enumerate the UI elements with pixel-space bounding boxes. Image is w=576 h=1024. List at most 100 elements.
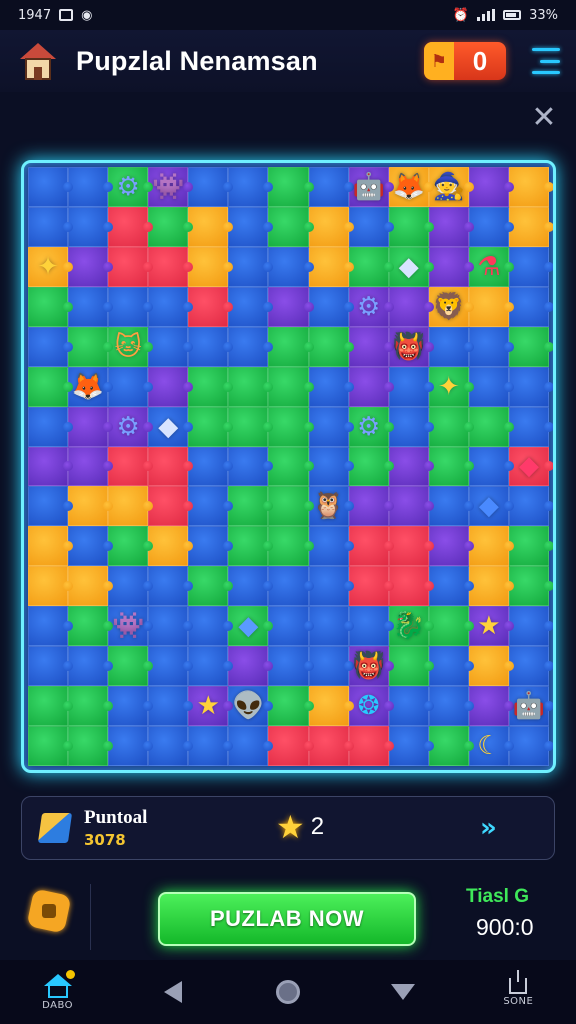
puzzle-tile[interactable] <box>348 486 394 527</box>
puzzle-tile[interactable] <box>268 566 314 607</box>
puzzle-tile[interactable] <box>308 206 354 247</box>
puzzle-tile[interactable] <box>148 326 194 367</box>
puzzle-tile[interactable] <box>388 566 434 607</box>
puzzle-tile[interactable] <box>28 286 74 327</box>
puzzle-tile[interactable] <box>508 526 553 567</box>
puzzle-tile[interactable] <box>268 286 314 327</box>
puzzle-tile[interactable] <box>228 646 274 687</box>
puzzle-tile[interactable] <box>108 486 154 527</box>
puzzle-tile[interactable] <box>268 366 314 407</box>
puzzle-tile[interactable] <box>228 446 274 487</box>
puzzle-tile[interactable] <box>28 206 74 247</box>
puzzle-tile[interactable] <box>348 726 394 766</box>
puzzle-tile[interactable] <box>468 526 515 567</box>
puzzle-tile[interactable] <box>348 246 394 287</box>
puzzle-tile[interactable] <box>308 167 354 207</box>
puzzle-tile[interactable] <box>428 526 474 567</box>
puzzle-tile[interactable] <box>228 206 274 247</box>
puzzle-tile[interactable] <box>108 206 154 247</box>
puzzle-tile[interactable] <box>148 486 194 527</box>
puzzle-tile[interactable] <box>428 686 474 727</box>
goblin-creature-icon[interactable]: 👽 <box>228 686 268 726</box>
puzzle-tile[interactable] <box>68 726 114 766</box>
puzzle-tile[interactable] <box>228 286 274 327</box>
puzzle-tile[interactable] <box>68 486 114 527</box>
puzzle-tile[interactable] <box>348 366 394 407</box>
blue-gear-icon[interactable]: ⚙ <box>349 287 389 327</box>
play-now-button[interactable]: PUZLAB NOW <box>158 892 416 946</box>
pink-monster-icon[interactable]: 👹 <box>349 646 389 686</box>
fast-forward-icon[interactable]: » <box>480 813 497 843</box>
blue-fish-icon[interactable]: ◆ <box>469 486 509 526</box>
puzzle-tile[interactable] <box>108 286 154 327</box>
share-nav-button[interactable]: SONE <box>488 964 548 1020</box>
puzzle-tile[interactable] <box>28 167 74 207</box>
puzzle-tile[interactable] <box>468 446 515 487</box>
puzzle-tile[interactable] <box>308 366 354 407</box>
puzzle-tile[interactable] <box>148 646 194 687</box>
puzzle-tile[interactable] <box>508 406 553 447</box>
cat-creature-icon[interactable]: 🐱 <box>108 327 148 367</box>
puzzle-tile[interactable] <box>108 526 154 567</box>
puzzle-tile[interactable] <box>388 486 434 527</box>
puzzle-tile[interactable] <box>508 646 553 687</box>
home-nav-button[interactable]: DABO <box>28 964 88 1020</box>
puzzle-tile[interactable] <box>188 646 234 687</box>
puzzle-tile[interactable] <box>148 606 194 647</box>
puzzle-tile[interactable] <box>348 446 394 487</box>
recents-nav-button[interactable] <box>373 964 433 1020</box>
blue-gear-icon[interactable]: ⚙ <box>349 407 389 447</box>
wizard-creature-icon[interactable]: 🧙 <box>429 167 469 207</box>
puzzle-tile[interactable] <box>388 406 434 447</box>
menu-icon[interactable] <box>528 48 560 74</box>
puzzle-tile[interactable] <box>388 286 434 327</box>
puzzle-tile[interactable] <box>268 326 314 367</box>
puzzle-tile[interactable] <box>388 646 434 687</box>
coin-counter[interactable]: ⚑ 0 <box>424 42 506 80</box>
gear-piece-icon[interactable]: ⚙ <box>108 167 148 207</box>
puzzle-tile[interactable] <box>468 326 515 367</box>
puzzle-tile[interactable] <box>468 366 515 407</box>
puzzle-tile[interactable] <box>68 606 114 647</box>
puzzle-tile[interactable] <box>188 246 234 287</box>
ruby-gem-icon[interactable]: ◆ <box>509 447 549 487</box>
puzzle-tile[interactable] <box>308 526 354 567</box>
green-creature-icon[interactable]: 👾 <box>108 606 148 646</box>
puzzle-tile[interactable] <box>268 686 314 727</box>
puzzle-tile[interactable] <box>108 646 154 687</box>
puzzle-tile[interactable] <box>68 206 114 247</box>
puzzle-tile[interactable] <box>468 206 515 247</box>
puzzle-tile[interactable] <box>428 246 474 287</box>
puzzle-tile[interactable] <box>268 726 314 766</box>
puzzle-tile[interactable] <box>308 606 354 647</box>
puzzle-tile[interactable] <box>508 566 553 607</box>
puzzle-tile[interactable] <box>348 206 394 247</box>
puzzle-tile[interactable] <box>468 167 515 207</box>
puzzle-tile[interactable] <box>148 726 194 766</box>
puzzle-tile[interactable] <box>68 566 114 607</box>
puzzle-tile[interactable] <box>228 406 274 447</box>
puzzle-tile[interactable] <box>28 406 74 447</box>
fox-kit-icon[interactable]: 🦊 <box>68 367 108 407</box>
puzzle-tile[interactable] <box>228 366 274 407</box>
puzzle-tile[interactable] <box>68 246 114 287</box>
puzzle-tile[interactable] <box>308 286 354 327</box>
puzzle-tile[interactable] <box>68 526 114 567</box>
puzzle-tile[interactable] <box>508 366 553 407</box>
puzzle-tile[interactable] <box>148 246 194 287</box>
puzzle-tile[interactable] <box>428 726 474 766</box>
puzzle-tile[interactable] <box>28 526 74 567</box>
puzzle-tile[interactable] <box>468 646 515 687</box>
puzzle-tile[interactable] <box>228 486 274 527</box>
lion-creature-icon[interactable]: 🦁 <box>429 287 469 327</box>
puzzle-tile[interactable] <box>28 606 74 647</box>
puzzle-tile[interactable] <box>428 646 474 687</box>
puzzle-tile[interactable] <box>428 446 474 487</box>
puzzle-tile[interactable] <box>388 366 434 407</box>
puzzle-tile[interactable] <box>268 606 314 647</box>
puzzle-tile[interactable] <box>508 726 553 766</box>
puzzle-tile[interactable] <box>228 526 274 567</box>
puzzle-tile[interactable] <box>428 406 474 447</box>
puzzle-tile[interactable] <box>508 286 553 327</box>
puzzle-tile[interactable] <box>188 566 234 607</box>
